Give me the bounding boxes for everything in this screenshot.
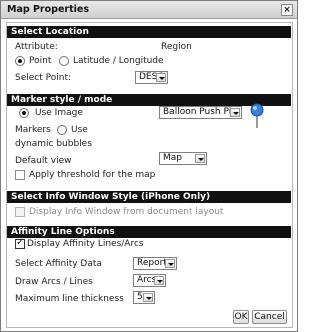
use-image-radio[interactable] [19,108,29,118]
apply-threshold-checkbox[interactable] [15,170,25,180]
cancel-button[interactable]: Cancel [252,310,287,324]
map-properties-dialog: Map Properties × Select Location Attribu… [0,0,298,332]
attribute-label: Attribute: [15,42,58,52]
point-radio[interactable] [15,56,25,66]
attribute-value: Region [161,42,192,52]
select-point-label: Select Point: [15,73,72,83]
latlong-radio[interactable] [59,56,69,66]
close-button[interactable]: × [281,4,293,16]
dialog-title: Map Properties [7,4,89,15]
use-bubbles-radio[interactable] [57,125,67,135]
chevron-down-icon [165,259,175,268]
point-radio-label[interactable]: Point [29,56,51,66]
chevron-down-icon [230,108,240,117]
draw-arcs-label: Draw Arcs / Lines [15,277,93,287]
display-info-window-label[interactable]: Display Info Window from document layout [29,207,223,217]
chevron-down-icon [143,293,153,302]
default-view-dropdown[interactable]: Map [159,152,207,165]
image-dropdown[interactable]: Balloon Push Pin [159,106,242,119]
affinity-data-value: Report [137,258,167,268]
display-affinity-label[interactable]: Display Affinity Lines/Arcs [27,239,144,249]
select-point-dropdown[interactable]: DESC [135,71,168,84]
chevron-down-icon [156,73,166,82]
affinity-data-dropdown[interactable]: Report [133,257,177,270]
apply-threshold-label[interactable]: Apply threshold for the map [29,170,155,180]
ok-button[interactable]: OK [233,310,249,324]
display-info-window-checkbox[interactable] [15,207,25,217]
chevron-down-icon [195,154,205,163]
select-affinity-label: Select Affinity Data [15,259,102,269]
draw-arcs-dropdown[interactable]: Arcs [133,274,166,287]
use-image-label[interactable]: Use Image [35,108,83,118]
info-window-header: Select Info Window Style (iPhone Only) [7,191,291,203]
chevron-down-icon [154,276,164,285]
default-view-value: Map [163,153,182,163]
use-label[interactable]: Use [71,125,88,135]
dynamic-bubbles-label: dynamic bubbles [15,139,92,149]
image-dropdown-value: Balloon Push Pin [163,107,237,117]
max-thickness-dropdown[interactable]: 5 [133,291,155,304]
markers-label: Markers [15,125,51,135]
title-bar[interactable]: Map Properties × [1,1,297,19]
max-thickness-label: Maximum line thickness [15,294,124,304]
default-view-label: Default view [15,156,72,166]
select-location-header: Select Location [7,26,291,38]
latlong-radio-label[interactable]: Latitude / Longitude [73,56,164,66]
max-thickness-value: 5 [137,292,143,302]
close-icon: × [283,5,291,15]
balloon-pin-icon [250,103,264,128]
affinity-header: Affinity Line Options [7,226,291,238]
display-affinity-checkbox[interactable] [15,237,25,249]
